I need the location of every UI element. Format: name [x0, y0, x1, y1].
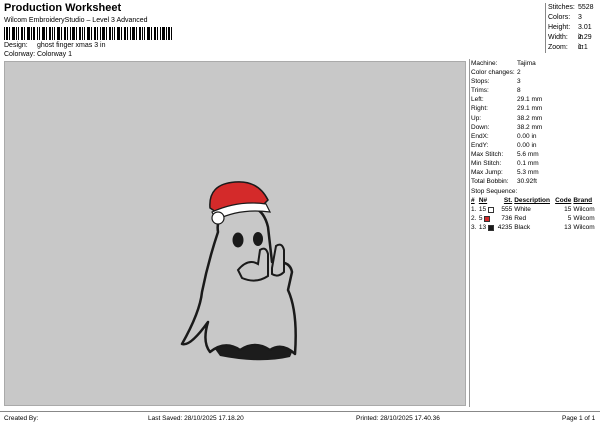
ghost-santa-hat-embroidery	[180, 181, 297, 361]
col-code: Code	[555, 197, 572, 205]
stop-sequence-title: Stop Sequence:	[471, 188, 518, 196]
col-index: #	[471, 197, 475, 205]
prop-endy: EndY: 0.00 in	[471, 141, 537, 149]
col-needle: N#	[478, 197, 488, 205]
prop-max-stitch: Max Stitch: 5.6 mm	[471, 150, 539, 158]
prop-machine: Machine: Tajima	[471, 60, 536, 67]
page-number: Page 1 of 1	[562, 415, 596, 422]
design-preview-canvas	[4, 61, 466, 406]
worksheet-title: Production Worksheet	[4, 2, 122, 14]
properties-panel: Machine: Tajima Color changes: 2 Stops: 3 T…	[469, 59, 598, 407]
design-label: Design:	[4, 42, 28, 49]
summary-stats: Stitches: 5528 Colors: 3 Height: 3.01 in Wi…	[545, 3, 599, 53]
ghost-left-eye	[232, 232, 244, 248]
colorway-name: Colorway 1	[37, 51, 73, 58]
table-row: 1. 15 555 White 15 Wilcom	[471, 206, 595, 214]
col-stitches: St.	[503, 197, 513, 205]
prop-trims: Trims: 8	[471, 87, 521, 95]
stat-width: Width: 2.29 in	[548, 34, 592, 51]
software-subtitle: Wilcom EmbroideryStudio – Level 3 Advanc…	[4, 17, 148, 24]
printed-date: Printed: 28/10/2025 17.40.36	[356, 415, 440, 422]
worksheet-footer: Created By: Last Saved: 28/10/2025 17.18…	[0, 411, 600, 424]
ghost-right-eye	[253, 232, 263, 246]
table-row: 3. 13 4235 Black 13 Wilcom	[471, 224, 595, 232]
stat-height: Height: 3.01 in	[548, 24, 592, 41]
prop-up: Up: 38.2 mm	[471, 114, 543, 122]
prop-left: Left: 29.1 mm	[471, 96, 543, 104]
thread-swatch-red	[484, 215, 491, 222]
stat-stitches: Stitches: 5528	[548, 4, 594, 11]
thread-swatch-black	[487, 224, 494, 231]
table-header-row: # N# St. Description Code Brand	[470, 196, 597, 205]
thread-swatch-white	[487, 206, 494, 213]
table-row: 2. 5 736 Red 5 Wilcom	[471, 215, 595, 223]
stat-colors: Colors: 3	[548, 14, 582, 21]
ghost-body-outline	[180, 204, 297, 356]
stat-zoom: Zoom: 1:1	[548, 44, 588, 51]
last-saved: Last Saved: 28/10/2025 17.18.20	[148, 415, 244, 422]
prop-down: Down: 38.2 mm	[471, 123, 543, 131]
design-name: ghost finger xmas 3 in	[37, 42, 106, 49]
stop-sequence-table: # N# St. Description Code Brand 1. 15 55…	[470, 196, 597, 232]
prop-endx: EndX: 0.00 in	[471, 132, 537, 140]
barcode	[4, 27, 172, 40]
prop-right: Right: 29.1 mm	[471, 105, 543, 113]
prop-min-stitch: Min Stitch: 0.1 mm	[471, 160, 539, 168]
colorway-label: Colorway:	[4, 51, 36, 58]
prop-max-jump: Max Jump: 5.3 mm	[471, 169, 539, 177]
col-description: Description	[514, 197, 550, 205]
created-by: Created By:	[4, 415, 39, 422]
prop-stops: Stops: 3	[471, 78, 521, 86]
col-brand: Brand	[573, 197, 593, 205]
ghost-right-hand	[271, 243, 285, 277]
santa-hat-pompom	[211, 211, 225, 225]
prop-color-changes: Color changes: 2	[471, 69, 521, 77]
prop-total-bobbin: Total Bobbin: 30.92ft	[471, 178, 537, 186]
